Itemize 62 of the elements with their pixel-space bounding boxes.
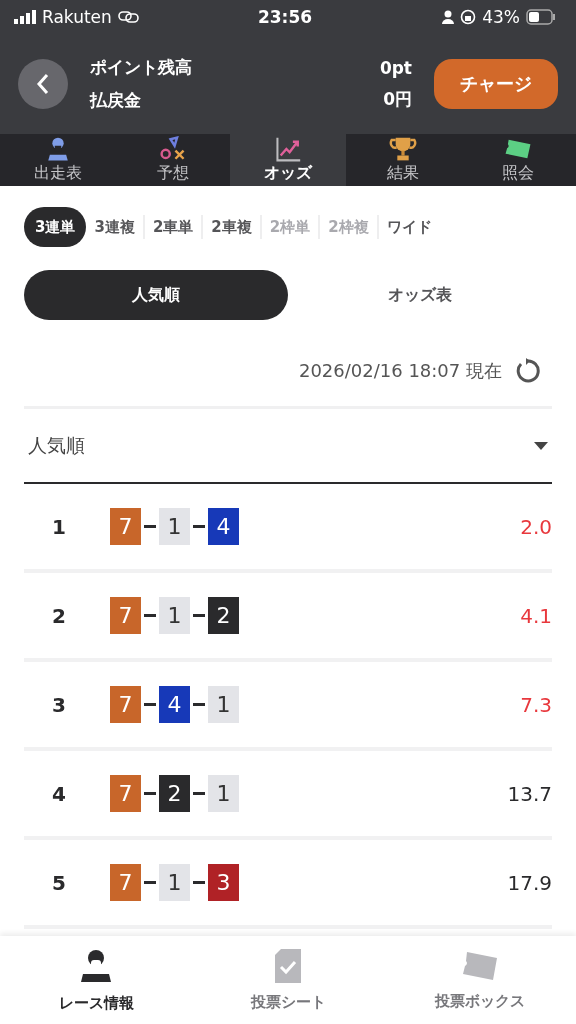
shapes-icon xyxy=(158,136,187,162)
rank-number: 4 xyxy=(51,781,67,806)
battery-icon xyxy=(526,9,556,25)
ticket-icon xyxy=(461,949,499,982)
rank-number: 5 xyxy=(51,870,67,895)
bet-type-tab[interactable]: 3連単 xyxy=(24,207,87,247)
chevron-left-icon xyxy=(36,73,50,95)
dropdown-caret-icon xyxy=(534,441,548,450)
rider-number: 7 xyxy=(110,508,141,545)
rider-number: 1 xyxy=(208,686,239,723)
rider-number: 7 xyxy=(110,686,141,723)
odds-value: 13.7 xyxy=(507,781,552,806)
trophy-icon xyxy=(389,136,418,162)
nav-tab[interactable]: オッズ xyxy=(230,134,346,186)
battery-percent: 43% xyxy=(482,7,520,27)
bottom-nav-tab[interactable]: レース情報 xyxy=(0,936,192,1024)
sort-dropdown[interactable]: 人気順 xyxy=(24,406,552,484)
charge-button[interactable]: チャージ xyxy=(434,59,558,109)
bet-type-tab[interactable]: 2車複 xyxy=(203,213,260,241)
checked-sheet-icon xyxy=(275,948,301,983)
bottom-nav-tab[interactable]: 投票シート xyxy=(192,936,384,1024)
rank-number: 2 xyxy=(51,603,67,628)
bet-type-tab[interactable]: ワイド xyxy=(378,213,440,241)
view-toggle-button[interactable]: オッズ表 xyxy=(288,270,552,320)
rider-number: 3 xyxy=(208,864,239,901)
rider-number: 1 xyxy=(159,597,190,634)
odds-value: 4.1 xyxy=(520,603,552,628)
bottom-nav-tab[interactable]: 投票ボックス xyxy=(384,936,576,1024)
rider-number: 2 xyxy=(159,775,190,812)
carrier-name: Rakuten xyxy=(42,7,112,27)
rider-number: 1 xyxy=(159,864,190,901)
rider-number: 7 xyxy=(110,775,141,812)
balance-value: 0円 xyxy=(383,87,412,111)
balance-label: ポイント残高 xyxy=(90,56,192,79)
balance-value: 0pt xyxy=(379,57,412,78)
back-button[interactable] xyxy=(18,59,68,109)
link-icon xyxy=(117,11,140,23)
odds-value: 17.9 xyxy=(507,870,552,895)
odds-value: 7.3 xyxy=(520,692,552,717)
person-icon xyxy=(442,10,455,24)
bet-type-tab[interactable]: 3連複 xyxy=(86,213,143,241)
refresh-icon[interactable] xyxy=(514,358,540,384)
rider-number: 2 xyxy=(208,597,239,634)
balance-label: 払戻金 xyxy=(90,89,141,112)
rider-icon xyxy=(78,947,114,984)
update-timestamp: 2026/02/16 18:07 現在 xyxy=(298,359,502,383)
clock-time: 23:56 xyxy=(257,7,313,27)
rider-number: 7 xyxy=(110,597,141,634)
bet-type-tab[interactable]: 2車単 xyxy=(144,213,202,241)
rider-number: 4 xyxy=(159,686,190,723)
rotation-lock-icon xyxy=(460,9,477,25)
signal-icon xyxy=(14,10,36,24)
odds-value: 2.0 xyxy=(520,514,552,539)
view-toggle-button[interactable]: 人気順 xyxy=(24,270,288,320)
chart-icon xyxy=(274,136,302,162)
rider-number: 1 xyxy=(159,508,190,545)
rank-number: 3 xyxy=(51,692,67,717)
sort-label: 人気順 xyxy=(28,432,85,458)
rank-number: 1 xyxy=(51,514,67,539)
rider-number: 4 xyxy=(208,508,239,545)
rider-number: 1 xyxy=(208,775,239,812)
rider-number: 7 xyxy=(110,864,141,901)
